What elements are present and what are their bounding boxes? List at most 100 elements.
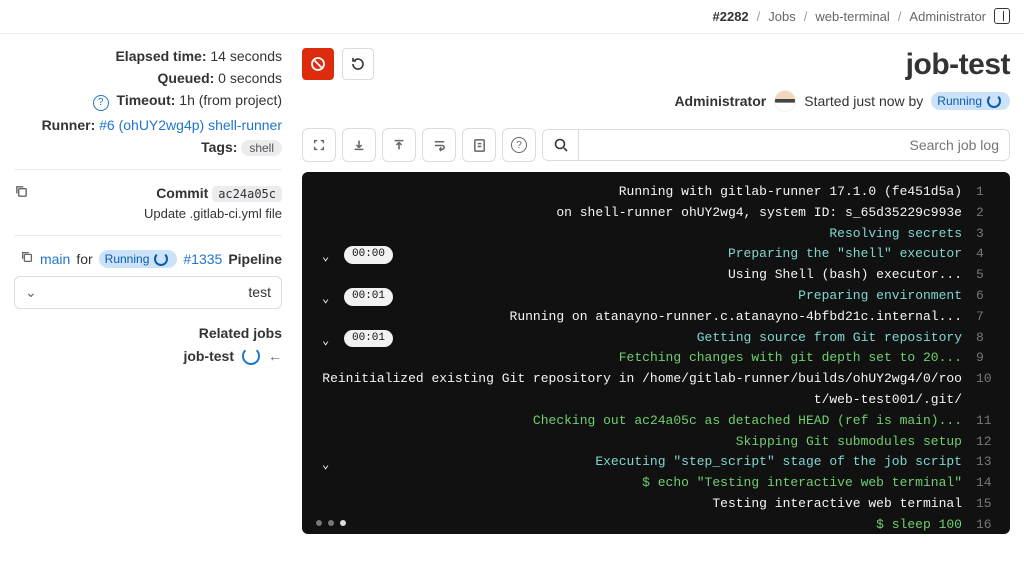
- log-line-text: Using Shell (bash) executor...: [314, 265, 962, 286]
- log-line-number: 16: [976, 515, 998, 534]
- status-badge: Running: [931, 92, 1010, 110]
- log-line-number: 15: [976, 494, 998, 515]
- main-column: job-test Running Started just now by Adm…: [302, 48, 1010, 534]
- tags-label: Tags:: [201, 139, 237, 155]
- log-timer: 00:01: [344, 330, 393, 348]
- pipeline-for: for: [76, 251, 92, 267]
- crumb-section[interactable]: Jobs: [768, 9, 795, 24]
- log-line: 16 $ sleep 100: [314, 515, 998, 534]
- queued-value: 0 seconds: [218, 70, 282, 86]
- spinner-icon: [242, 347, 260, 365]
- sidebar: Elapsed time: 14 seconds Queued: 0 secon…: [14, 48, 282, 534]
- log-line: 11Checking out ac24a05c as detached HEAD…: [314, 411, 998, 432]
- log-line-text: $ sleep 100: [314, 515, 962, 534]
- related-job-item[interactable]: ← job-test: [14, 347, 282, 365]
- status-label: Running: [937, 94, 982, 108]
- fullscreen-button[interactable]: [302, 128, 336, 162]
- scroll-top-button[interactable]: [382, 128, 416, 162]
- pipeline-status-badge: Running: [99, 250, 178, 268]
- chevron-down-icon: ⌄: [322, 332, 329, 351]
- status-user[interactable]: Administrator: [674, 93, 766, 109]
- stage-select[interactable]: test ⌄: [14, 276, 282, 309]
- chevron-down-icon: ⌄: [322, 290, 329, 309]
- runner-label: Runner:: [42, 117, 96, 133]
- log-line: 1Running with gitlab-runner 17.1.0 (fe45…: [314, 182, 998, 203]
- log-line[interactable]: 8Getting source from Git repository⌄00:0…: [314, 328, 998, 349]
- log-line[interactable]: 6Preparing environment⌄00:01: [314, 286, 998, 307]
- log-line[interactable]: 13Executing "step_script" stage of the j…: [314, 452, 998, 473]
- log-line: 12Skipping Git submodules setup: [314, 432, 998, 453]
- pipeline-status-label: Running: [105, 252, 150, 266]
- log-line: 10Reinitialized existing Git repository …: [314, 369, 998, 411]
- search-input[interactable]: [579, 130, 1009, 160]
- cancel-button[interactable]: [302, 48, 334, 80]
- log-timer: 00:00: [344, 246, 393, 264]
- copy-icon[interactable]: [20, 250, 34, 267]
- sidebar-toggle-icon[interactable]: [994, 8, 1010, 24]
- tag-pill: shell: [241, 140, 282, 156]
- chevron-down-icon: ⌄: [25, 284, 37, 301]
- log-line: 14$ echo "Testing interactive web termin…: [314, 473, 998, 494]
- related-jobs-heading: Related jobs: [14, 325, 282, 341]
- search-button[interactable]: [543, 130, 579, 160]
- log-line-number: 13: [976, 452, 998, 473]
- pipeline-label: Pipeline: [228, 251, 282, 267]
- pipeline-ref[interactable]: main: [40, 251, 70, 267]
- elapsed-label: Elapsed time:: [115, 48, 206, 64]
- chevron-down-icon: ⌄: [322, 248, 329, 267]
- wrap-lines-button[interactable]: [422, 128, 456, 162]
- runner-link[interactable]: #6 (ohUY2wg4p) shell-runner: [99, 117, 282, 133]
- elapsed-value: 14 seconds: [210, 48, 282, 64]
- queued-label: Queued:: [158, 70, 215, 86]
- log-line-text: Preparing the "shell" executor: [314, 244, 962, 265]
- commit-sha[interactable]: ac24a05c: [212, 186, 282, 202]
- log-line-text: Testing interactive web terminal: [314, 494, 962, 515]
- pipeline-row: Pipeline #1335 Running for main: [14, 250, 282, 268]
- pipeline-link[interactable]: #1335: [183, 251, 222, 267]
- log-line: 3Resolving secrets: [314, 224, 998, 245]
- help-button[interactable]: ?: [502, 128, 536, 162]
- scroll-bottom-button[interactable]: [342, 128, 376, 162]
- log-pane[interactable]: 1Running with gitlab-runner 17.1.0 (fe45…: [302, 172, 1010, 534]
- log-line: 7 Running on atanayno-runner.c.atanayno-4…: [314, 307, 998, 328]
- stage-name: test: [248, 284, 271, 300]
- log-line-text: Preparing environment: [314, 286, 962, 307]
- log-line-text: $ echo "Testing interactive web terminal…: [314, 473, 962, 494]
- log-line-text: Getting source from Git repository: [314, 328, 962, 349]
- log-line-number: 7: [976, 307, 998, 328]
- log-pager-dots: [316, 520, 346, 526]
- retry-button[interactable]: [342, 48, 374, 80]
- log-line-text: Running on atanayno-runner.c.atanayno-4b…: [314, 307, 962, 328]
- status-started: Started just now by: [804, 93, 923, 109]
- log-line-text: Resolving secrets: [314, 224, 962, 245]
- breadcrumb: Administrator / web-terminal / Jobs / #2…: [0, 0, 1024, 33]
- log-line-text: Running with gitlab-runner 17.1.0 (fe451…: [314, 182, 962, 203]
- log-line: 15 Testing interactive web terminal: [314, 494, 998, 515]
- log-line-number: 2: [976, 203, 998, 224]
- crumb-sep: /: [757, 9, 761, 24]
- avatar[interactable]: [774, 90, 796, 112]
- spinner-icon: [987, 94, 1001, 108]
- copy-icon[interactable]: [14, 184, 29, 202]
- chevron-down-icon: ⌄: [322, 456, 329, 475]
- log-line: 2 on shell-runner ohUY2wg4, system ID: s…: [314, 203, 998, 224]
- scroll-log-button[interactable]: [462, 128, 496, 162]
- arrow-right-icon: ←: [268, 348, 282, 364]
- log-line-text: Fetching changes with git depth set to 2…: [314, 348, 962, 369]
- timeout-label: Timeout:: [117, 92, 176, 108]
- crumb-project[interactable]: web-terminal: [815, 9, 889, 24]
- crumb-root[interactable]: Administrator: [909, 9, 986, 24]
- log-line-number: 12: [976, 432, 998, 453]
- help-icon[interactable]: ?: [93, 95, 109, 111]
- log-line-text: Reinitialized existing Git repository in…: [314, 369, 962, 411]
- log-line: 5 Using Shell (bash) executor...: [314, 265, 998, 286]
- log-search: [542, 129, 1010, 161]
- page-title: job-test: [906, 48, 1010, 82]
- related-job-name: job-test: [183, 348, 234, 364]
- log-line: 9Fetching changes with git depth set to …: [314, 348, 998, 369]
- crumb-current: #2282: [713, 9, 749, 24]
- log-line[interactable]: 4Preparing the "shell" executor⌄00:00: [314, 244, 998, 265]
- timeout-value: 1h (from project): [179, 92, 282, 108]
- log-line-number: 5: [976, 265, 998, 286]
- commit-label: Commit: [156, 185, 208, 201]
